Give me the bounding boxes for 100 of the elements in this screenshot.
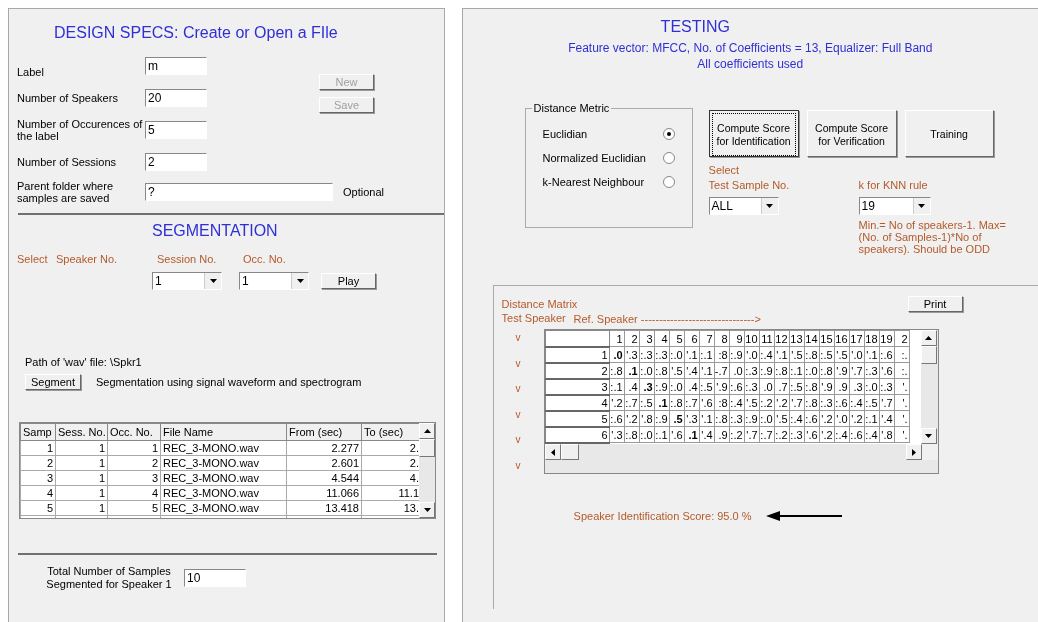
- table-cell: 1: [55, 485, 108, 501]
- segment-button[interactable]: Segment: [25, 374, 81, 390]
- column-header[interactable]: To (sec): [361, 423, 419, 441]
- print-button[interactable]: Print: [907, 296, 963, 312]
- matrix-cell: :.1: [609, 378, 625, 395]
- column-header: 9: [729, 330, 745, 347]
- matrix-cell: '.7: [879, 394, 895, 411]
- column-header[interactable]: Samp: [20, 423, 56, 441]
- matrix-cell: :.4: [834, 426, 850, 443]
- scroll-down-icon: [925, 434, 933, 438]
- matrix-cell: :.0: [639, 426, 655, 443]
- matrix-cell: :.3: [789, 426, 805, 443]
- speaker-label: Speaker No.: [56, 253, 119, 265]
- table-cell: 1: [20, 440, 56, 456]
- matrix-cell: '.1: [864, 346, 880, 363]
- matrix-cell: :.9: [654, 410, 670, 427]
- scroll-right-icon: [911, 448, 916, 456]
- matrix-cell: :.9: [744, 410, 760, 427]
- dropdown-arrow-icon: [296, 279, 304, 283]
- matrix-cell: :.8: [669, 394, 685, 411]
- column-header[interactable]: File Name: [160, 423, 287, 441]
- session-dropdown[interactable]: 1: [152, 272, 222, 290]
- matrix-cell: :.3: [744, 378, 760, 395]
- compute-score-button[interactable]: Compute Score for Identification: [708, 110, 799, 157]
- matrix-cell: :.4: [849, 394, 865, 411]
- column-header[interactable]: Sess. No.: [55, 423, 108, 441]
- training-button[interactable]: Training: [904, 110, 994, 157]
- matrix-cell: '.: [894, 378, 910, 395]
- matrix-cell: '.0: [849, 346, 865, 363]
- ref-speaker-label: Ref. Speaker ------------------------------->: [573, 312, 761, 325]
- occurrence-dropdown[interactable]: 1: [239, 272, 309, 290]
- table-cell: 3: [107, 470, 161, 486]
- matrix-cell: '.3: [684, 410, 700, 427]
- table-cell: 4: [20, 485, 56, 501]
- matrix-cell: '.9: [714, 378, 730, 395]
- matrix-cell: '.9: [819, 378, 835, 395]
- matrix-cell: '.1: [774, 346, 790, 363]
- vertical-scrollbar[interactable]: [419, 423, 435, 518]
- matrix-cell: '.6: [804, 426, 820, 443]
- matrix-cell: :.8: [774, 362, 790, 379]
- column-header: 16: [834, 330, 850, 347]
- option-label: Euclidian: [542, 128, 588, 140]
- matrix-cell: '.5: [789, 346, 805, 363]
- matrix-cell: '.5: [744, 394, 760, 411]
- row-marker: v: [515, 382, 522, 396]
- field-label: Number of Speakers: [16, 91, 119, 104]
- table-cell: 2.277: [286, 440, 362, 456]
- matrix-cell: .0: [759, 378, 775, 395]
- knn-dropdown[interactable]: 19: [858, 197, 931, 215]
- play-button[interactable]: Play: [321, 273, 376, 289]
- radio-button[interactable]: [662, 128, 675, 140]
- matrix-cell: '.2: [819, 410, 835, 427]
- column-header: 12: [774, 330, 790, 347]
- matrix-cell: .9: [714, 426, 730, 443]
- total-field[interactable]: 10: [184, 569, 246, 587]
- column-header[interactable]: Occ. No.: [107, 423, 161, 441]
- dropdown-arrow-icon: [209, 279, 217, 283]
- matrix-cell: :.6: [729, 378, 745, 395]
- matrix-cell: :.2: [729, 426, 745, 443]
- table-cell: 2: [20, 455, 56, 471]
- test-sample-dropdown[interactable]: ALL: [708, 197, 779, 215]
- input-field[interactable]: m: [145, 56, 207, 75]
- table-cell: REC_3-MONO.wav: [160, 455, 287, 471]
- score-text: Speaker Identification Score: 95.0 %: [573, 509, 752, 522]
- matrix-cell: :.5: [819, 346, 835, 363]
- matrix-cell: :.3: [639, 346, 655, 363]
- row-marker: v: [515, 331, 522, 345]
- radio-button[interactable]: [662, 152, 675, 164]
- matrix-cell: .1: [654, 394, 670, 411]
- table-cell: 1: [55, 455, 108, 471]
- matrix-cell: :.3: [819, 394, 835, 411]
- folder-field[interactable]: ?: [145, 182, 333, 201]
- column-header: 11: [759, 330, 775, 347]
- matrix-cell: '.3: [624, 346, 640, 363]
- compute-score-button[interactable]: Compute Score for Verification: [806, 110, 897, 157]
- column-header: 4: [654, 330, 670, 347]
- column-header: 8: [714, 330, 730, 347]
- matrix-cell: :.8: [819, 362, 835, 379]
- matrix-cell: '.0: [834, 410, 850, 427]
- radio-button[interactable]: [662, 176, 675, 188]
- row-marker: v: [515, 407, 522, 422]
- matrix-cell: '.7: [789, 394, 805, 411]
- matrix-cell: .4: [684, 378, 700, 395]
- scroll-thumb[interactable]: [419, 439, 435, 457]
- input-field[interactable]: 5: [145, 120, 207, 139]
- input-field[interactable]: 2: [145, 152, 207, 171]
- column-header[interactable]: From (sec): [286, 423, 362, 441]
- matrix-cell: :.0: [639, 362, 655, 379]
- table-cell: 13.418: [286, 500, 362, 516]
- table-cell: REC_3-MONO.wav: [160, 440, 287, 456]
- table-cell: 1: [55, 500, 108, 516]
- matrix-cell: .1: [624, 362, 640, 379]
- matrix-cell: '.5: [774, 410, 790, 427]
- optional-label: Optional: [343, 185, 384, 198]
- matrix-cell: :.8: [804, 346, 820, 363]
- matrix-cell: :.7: [624, 394, 640, 411]
- matrix-cell: .9: [834, 378, 850, 395]
- horizontal-scrollbar[interactable]: [544, 444, 938, 460]
- matrix-cell: :.8: [609, 362, 625, 379]
- input-field[interactable]: 20: [145, 88, 207, 107]
